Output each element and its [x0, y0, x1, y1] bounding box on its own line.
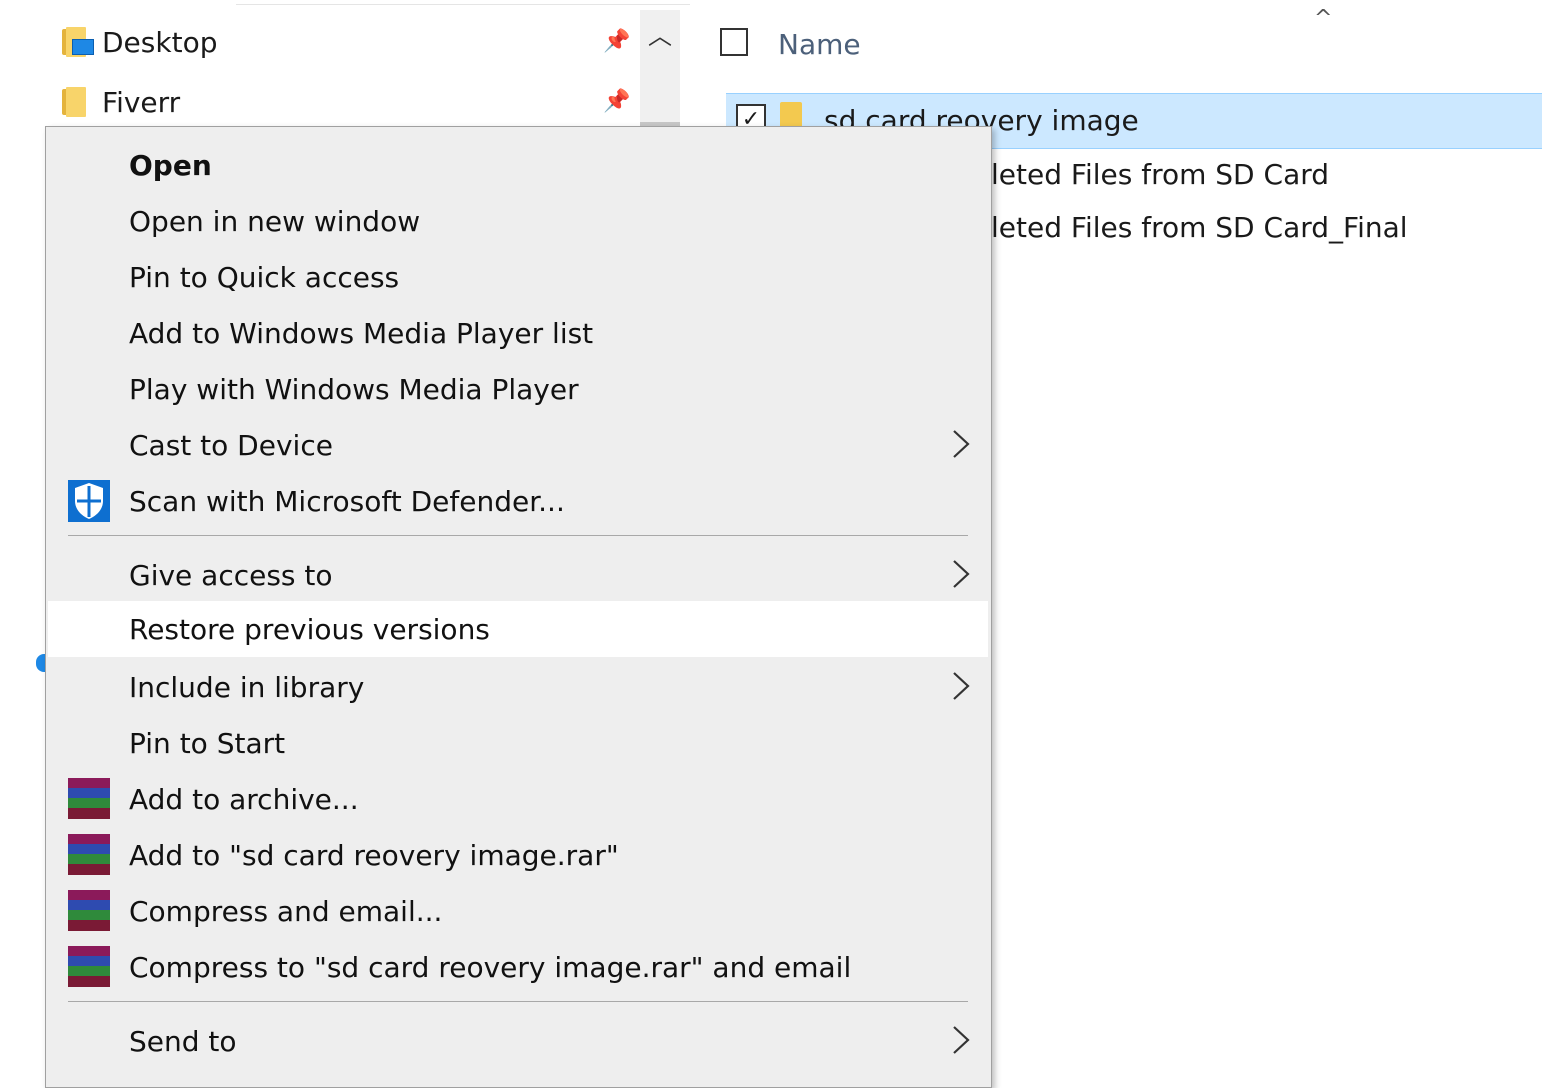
menu-item-open-new-window[interactable]: Open in new window [48, 193, 988, 249]
menu-item-pin-quick-access[interactable]: Pin to Quick access [48, 249, 988, 305]
desktop-folder-icon [60, 27, 94, 57]
menu-item-label: Add to archive... [129, 782, 359, 816]
winrar-icon [68, 834, 110, 876]
menu-item-label: Compress and email... [129, 894, 443, 928]
menu-item-include-library[interactable]: Include in library [48, 659, 988, 715]
menu-item-label: Add to "sd card reovery image.rar" [129, 838, 619, 872]
menu-item-label: Pin to Start [129, 726, 286, 760]
chevron-right-icon [953, 560, 970, 588]
menu-item-label: Include in library [129, 670, 365, 704]
nav-item-label: Fiverr [102, 85, 181, 119]
menu-item-restore-versions[interactable]: Restore previous versions [48, 601, 988, 657]
menu-separator [68, 1001, 968, 1002]
menu-item-play-wmp[interactable]: Play with Windows Media Player [48, 361, 988, 417]
menu-item-give-access[interactable]: Give access to [48, 547, 988, 603]
nav-scrollbar[interactable]: ︿ [640, 10, 680, 136]
winrar-icon [68, 946, 110, 988]
chevron-right-icon [953, 1026, 970, 1054]
menu-item-label: Add to Windows Media Player list [129, 316, 594, 350]
menu-item-label: Open [129, 148, 212, 182]
menu-item-scan-defender[interactable]: Scan with Microsoft Defender... [48, 473, 988, 529]
menu-item-cast-to-device[interactable]: Cast to Device [48, 417, 988, 473]
pin-icon[interactable]: 📌 [602, 86, 632, 116]
select-all-checkbox[interactable] [720, 28, 748, 56]
sort-ascending-icon: ^ [1314, 6, 1333, 31]
menu-item-add-archive[interactable]: Add to archive... [48, 771, 988, 827]
menu-item-compress-to-rar-email[interactable]: Compress to "sd card reovery image.rar" … [48, 939, 988, 995]
context-menu: Open Open in new window Pin to Quick acc… [45, 126, 992, 1088]
menu-separator [68, 535, 968, 536]
nav-item-desktop[interactable]: Desktop [60, 20, 217, 64]
nav-item-fiverr[interactable]: Fiverr [60, 80, 180, 124]
nav-item-label: Desktop [102, 25, 218, 59]
menu-item-label: Send to [129, 1024, 237, 1058]
chevron-right-icon [953, 430, 970, 458]
chevron-right-icon [953, 672, 970, 700]
menu-item-label: Pin to Quick access [129, 260, 400, 294]
menu-item-add-to-rar[interactable]: Add to "sd card reovery image.rar" [48, 827, 988, 883]
defender-shield-icon [68, 480, 110, 522]
menu-item-label: Play with Windows Media Player [129, 372, 579, 406]
menu-item-label: Open in new window [129, 204, 421, 238]
scroll-up-icon[interactable]: ︿ [648, 16, 672, 51]
menu-item-label: Cast to Device [129, 428, 333, 462]
pin-icon[interactable]: 📌 [602, 26, 632, 56]
menu-item-label: Restore previous versions [129, 612, 490, 646]
folder-icon [60, 87, 90, 117]
menu-item-add-wmp-list[interactable]: Add to Windows Media Player list [48, 305, 988, 361]
name-column-header[interactable]: Name [778, 28, 861, 61]
menu-item-pin-start[interactable]: Pin to Start [48, 715, 988, 771]
winrar-icon [68, 890, 110, 932]
menu-item-label: Give access to [129, 558, 333, 592]
menu-item-label: Compress to "sd card reovery image.rar" … [129, 950, 852, 984]
menu-item-open[interactable]: Open [48, 137, 988, 193]
menu-item-send-to[interactable]: Send to [48, 1013, 988, 1069]
menu-item-compress-email[interactable]: Compress and email... [48, 883, 988, 939]
winrar-icon [68, 778, 110, 820]
menu-item-label: Scan with Microsoft Defender... [129, 484, 565, 518]
